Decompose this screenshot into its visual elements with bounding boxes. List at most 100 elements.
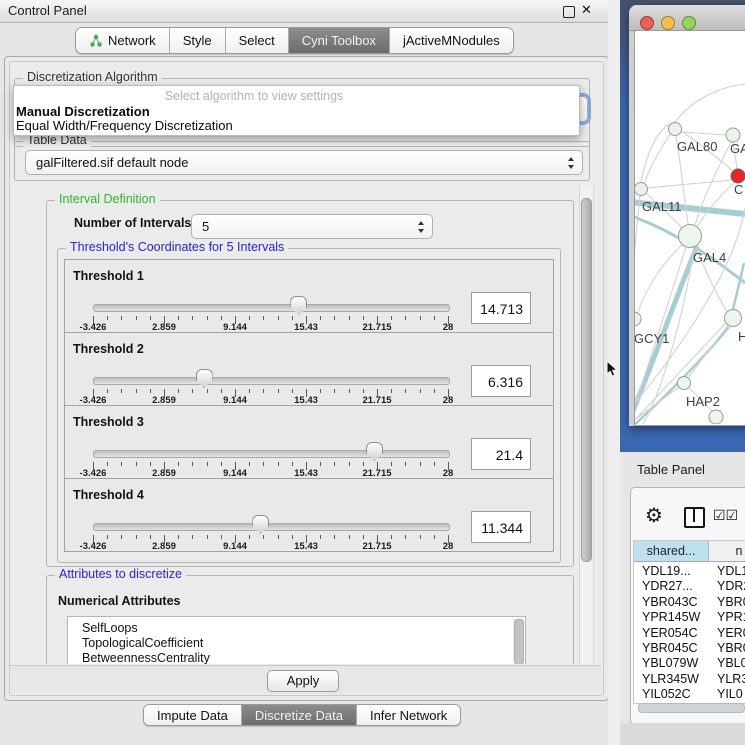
list-item[interactable]: TopologicalCoefficient bbox=[82, 636, 203, 650]
minor-tick bbox=[391, 462, 392, 466]
slider-track[interactable] bbox=[93, 304, 450, 312]
network-edge bbox=[645, 134, 670, 182]
minor-tick bbox=[420, 389, 421, 393]
minor-tick bbox=[334, 389, 335, 393]
slider-track[interactable] bbox=[93, 523, 450, 531]
table-cell: YER054C bbox=[642, 626, 698, 641]
network-node-gal80[interactable] bbox=[669, 123, 682, 136]
control-panel-title: Control Panel bbox=[8, 3, 87, 18]
tab-network[interactable]: Network bbox=[76, 28, 169, 53]
threshold-panel-4: Threshold 4-3.4262.8599.14415.4321.71528… bbox=[64, 478, 554, 552]
network-node-gal4[interactable] bbox=[679, 225, 702, 248]
minor-tick bbox=[349, 389, 350, 393]
slider-thumb[interactable] bbox=[366, 442, 383, 461]
minor-tick bbox=[405, 389, 406, 393]
group-label: Attributes to discretize bbox=[55, 567, 186, 581]
network-window-titlebar[interactable] bbox=[629, 5, 745, 31]
minor-tick bbox=[349, 462, 350, 466]
network-node-gal11[interactable] bbox=[635, 183, 648, 196]
minor-tick bbox=[178, 389, 179, 393]
minor-tick bbox=[221, 316, 222, 320]
table-row[interactable]: YDR27...YDR2 bbox=[634, 579, 745, 594]
checkbox-icons[interactable]: ☑☑ bbox=[713, 507, 738, 524]
network-edge bbox=[689, 325, 728, 377]
table-data-combobox[interactable]: galFiltered.sif default node bbox=[25, 150, 583, 175]
gear-icon[interactable]: ⚙ bbox=[645, 503, 663, 528]
minor-tick bbox=[136, 462, 137, 466]
threshold-label: Threshold 2 bbox=[73, 342, 144, 356]
table-row[interactable]: YBR043C YBR0 bbox=[634, 595, 745, 610]
minor-tick bbox=[150, 462, 151, 466]
slider-thumb[interactable] bbox=[196, 369, 213, 388]
list-item[interactable]: SelfLoops bbox=[82, 621, 138, 635]
minor-tick bbox=[207, 316, 208, 320]
zoom-light-icon[interactable] bbox=[682, 16, 696, 30]
list-scrollbar[interactable] bbox=[513, 618, 524, 664]
slider-thumb[interactable] bbox=[252, 515, 269, 534]
minor-tick bbox=[107, 316, 108, 320]
tab-label: Select bbox=[239, 33, 275, 48]
tab-select[interactable]: Select bbox=[225, 28, 288, 53]
slider-track[interactable] bbox=[93, 450, 450, 458]
table-cell: YER0 bbox=[717, 626, 745, 641]
node-label: HAP2 bbox=[686, 394, 720, 409]
minor-tick bbox=[320, 389, 321, 393]
apply-button[interactable]: Apply bbox=[267, 670, 339, 692]
table-cell: YBL0 bbox=[717, 656, 745, 671]
table-row[interactable]: YER054C YER0 bbox=[634, 626, 745, 641]
numerical-attributes-list[interactable]: SelfLoopsTopologicalCoefficientBetweenne… bbox=[67, 616, 526, 664]
tab-jactivemnodules[interactable]: jActiveMNodules bbox=[389, 28, 513, 53]
threshold-panel-2: Threshold 2-3.4262.8599.14415.4321.71528… bbox=[64, 332, 554, 406]
bottom-tab-discretize-data[interactable]: Discretize Data bbox=[241, 705, 356, 725]
table-cell: YBR0 bbox=[717, 595, 745, 610]
table-row[interactable]: YBR045CYBR0 bbox=[634, 641, 745, 656]
table-row[interactable]: YDL19...YDL1 bbox=[634, 564, 745, 579]
slider-thumb[interactable] bbox=[290, 296, 307, 315]
table-row[interactable]: YBL079WYBL0 bbox=[634, 656, 745, 671]
tab-cyni-toolbox[interactable]: Cyni Toolbox bbox=[288, 28, 389, 53]
network-node-ga[interactable] bbox=[726, 128, 740, 142]
close-icon[interactable]: ✕ bbox=[581, 2, 592, 18]
settings-scrollbar[interactable] bbox=[579, 186, 594, 664]
split-view-icon[interactable] bbox=[684, 507, 705, 528]
network-node-gcy1[interactable] bbox=[635, 312, 641, 326]
threshold-value-field[interactable]: 6.316 bbox=[471, 365, 531, 397]
table-cell: YBR043C bbox=[642, 595, 698, 610]
minor-tick bbox=[263, 535, 264, 539]
minor-tick bbox=[434, 389, 435, 393]
network-edge bbox=[648, 180, 731, 188]
table-cell: YPR1 bbox=[717, 610, 745, 625]
threshold-value-field[interactable]: 14.713 bbox=[471, 292, 531, 324]
tick-label: 21.715 bbox=[352, 541, 402, 552]
table-cell: YDR2 bbox=[717, 579, 745, 594]
node-label: C bbox=[734, 182, 743, 197]
tab-style[interactable]: Style bbox=[169, 28, 225, 53]
threshold-label: Threshold 4 bbox=[73, 488, 144, 502]
minimize-light-icon[interactable] bbox=[661, 16, 675, 30]
minor-tick bbox=[207, 389, 208, 393]
table-row[interactable]: YIL052CYIL0 bbox=[634, 687, 745, 702]
slider-track[interactable] bbox=[93, 377, 450, 385]
tab-label: jActiveMNodules bbox=[403, 33, 500, 48]
table-row[interactable]: YPR145WYPR1 bbox=[634, 610, 745, 625]
minor-tick bbox=[292, 535, 293, 539]
threshold-value-field[interactable]: 11.344 bbox=[471, 511, 531, 543]
network-node[interactable] bbox=[709, 410, 723, 424]
bottom-tab-infer-network[interactable]: Infer Network bbox=[356, 705, 460, 725]
bottom-tab-impute-data[interactable]: Impute Data bbox=[144, 705, 241, 725]
minor-tick bbox=[221, 535, 222, 539]
dropdown-option[interactable]: Equal Width/Frequency Discretization bbox=[16, 118, 233, 133]
list-item[interactable]: BetweennessCentrality bbox=[82, 651, 210, 664]
column-header[interactable]: shared... bbox=[634, 541, 709, 562]
num-intervals-combobox[interactable]: 5 bbox=[191, 214, 433, 239]
table-row[interactable]: YLR345WYLR3 bbox=[634, 672, 745, 687]
network-node-h[interactable] bbox=[725, 310, 742, 327]
dropdown-option[interactable]: Manual Discretization bbox=[16, 104, 150, 119]
network-node-hap2[interactable] bbox=[678, 377, 691, 390]
table-hscrollbar[interactable] bbox=[638, 703, 745, 713]
network-node-c[interactable] bbox=[731, 169, 745, 183]
column-header[interactable]: n bbox=[709, 541, 745, 562]
float-window-icon[interactable] bbox=[563, 6, 575, 18]
close-light-icon[interactable] bbox=[640, 16, 654, 30]
threshold-value-field[interactable]: 21.4 bbox=[471, 438, 531, 470]
